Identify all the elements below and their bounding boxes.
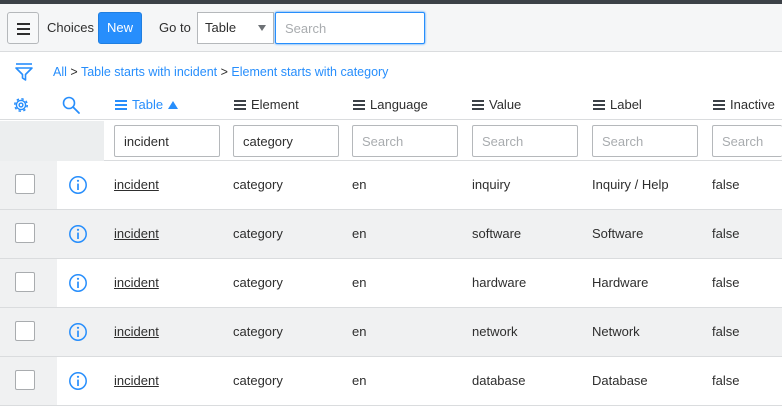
search-icon[interactable] <box>61 95 81 115</box>
column-header-row: Table Element Language Value Label Inact… <box>0 90 782 120</box>
element-cell: category <box>233 275 283 290</box>
column-menu-icon[interactable] <box>593 100 605 110</box>
filter-funnel-icon[interactable] <box>13 61 35 83</box>
breadcrumb-separator: > <box>220 65 228 79</box>
label-cell: Hardware <box>592 275 649 290</box>
column-menu-icon[interactable] <box>353 100 365 110</box>
hamburger-menu-icon <box>17 23 30 25</box>
label-cell: Inquiry / Help <box>592 177 669 192</box>
chevron-down-icon <box>258 25 266 31</box>
row-checkbox[interactable] <box>15 223 35 243</box>
label-filter-input[interactable] <box>592 125 698 157</box>
table-cell-link[interactable]: incident <box>114 373 159 388</box>
goto-label: Go to <box>159 20 191 35</box>
language-cell: en <box>352 324 367 339</box>
language-cell: en <box>352 275 367 290</box>
info-icon[interactable] <box>68 224 88 244</box>
column-header-table[interactable]: Table <box>115 97 179 112</box>
sort-up-icon <box>168 101 179 109</box>
breadcrumb-table-link[interactable]: Table starts with incident <box>81 65 217 79</box>
breadcrumb-separator: > <box>70 65 78 79</box>
value-cell: database <box>472 373 526 388</box>
hamburger-menu-button[interactable] <box>7 12 39 44</box>
table-cell-link[interactable]: incident <box>114 177 159 192</box>
list-title: Choices <box>47 20 94 35</box>
label-cell: Database <box>592 373 648 388</box>
value-filter-input[interactable] <box>472 125 578 157</box>
table-filter-input[interactable] <box>114 125 220 157</box>
table-row: incident category en software Software f… <box>0 210 782 259</box>
gear-icon[interactable] <box>11 95 31 115</box>
element-cell: category <box>233 226 283 241</box>
element-cell: category <box>233 373 283 388</box>
language-filter-input[interactable] <box>352 125 458 157</box>
table-row: incident category en network Network fal… <box>0 308 782 357</box>
table-row: incident category en inquiry Inquiry / H… <box>0 161 782 210</box>
inactive-cell: false <box>712 275 740 290</box>
column-header-inactive[interactable]: Inactive <box>713 97 775 112</box>
row-checkbox[interactable] <box>15 370 35 390</box>
column-header-language[interactable]: Language <box>353 97 428 112</box>
goto-selected-value: Table <box>205 20 237 35</box>
label-cell: Software <box>592 226 644 241</box>
column-menu-icon[interactable] <box>472 100 484 110</box>
inactive-cell: false <box>712 226 740 241</box>
language-cell: en <box>352 177 367 192</box>
value-cell: software <box>472 226 522 241</box>
element-filter-input[interactable] <box>233 125 339 157</box>
value-cell: hardware <box>472 275 527 290</box>
language-cell: en <box>352 226 367 241</box>
value-cell: network <box>472 324 518 339</box>
table-row: incident category en database Database f… <box>0 357 782 406</box>
row-checkbox[interactable] <box>15 174 35 194</box>
breadcrumb-all-link[interactable]: All <box>53 65 67 79</box>
row-checkbox[interactable] <box>15 321 35 341</box>
inactive-filter-input[interactable] <box>712 125 782 157</box>
info-icon[interactable] <box>68 175 88 195</box>
search-input[interactable] <box>275 12 425 44</box>
element-cell: category <box>233 324 283 339</box>
column-header-value[interactable]: Value <box>472 97 521 112</box>
info-icon[interactable] <box>68 371 88 391</box>
info-icon[interactable] <box>68 322 88 342</box>
column-menu-icon[interactable] <box>115 100 127 110</box>
inactive-cell: false <box>712 373 740 388</box>
goto-field-select[interactable]: Table <box>197 12 274 44</box>
new-button[interactable]: New <box>98 12 142 44</box>
table-cell-link[interactable]: incident <box>114 324 159 339</box>
breadcrumb: All > Table starts with incident > Eleme… <box>0 57 782 89</box>
column-search-row <box>0 121 782 161</box>
column-menu-icon[interactable] <box>234 100 246 110</box>
inactive-cell: false <box>712 177 740 192</box>
column-header-element[interactable]: Element <box>234 97 299 112</box>
info-icon[interactable] <box>68 273 88 293</box>
column-menu-icon[interactable] <box>713 100 725 110</box>
table-cell-link[interactable]: incident <box>114 226 159 241</box>
table-row: incident category en hardware Hardware f… <box>0 259 782 308</box>
language-cell: en <box>352 373 367 388</box>
label-cell: Network <box>592 324 640 339</box>
row-checkbox[interactable] <box>15 272 35 292</box>
value-cell: inquiry <box>472 177 511 192</box>
element-cell: category <box>233 177 283 192</box>
list-header: Choices New Go to Table <box>0 4 782 52</box>
breadcrumb-element-link[interactable]: Element starts with category <box>231 65 388 79</box>
table-cell-link[interactable]: incident <box>114 275 159 290</box>
inactive-cell: false <box>712 324 740 339</box>
breadcrumb-trail: All > Table starts with incident > Eleme… <box>53 65 388 79</box>
list-table-body: incident category en inquiry Inquiry / H… <box>0 161 782 406</box>
column-header-label[interactable]: Label <box>593 97 642 112</box>
